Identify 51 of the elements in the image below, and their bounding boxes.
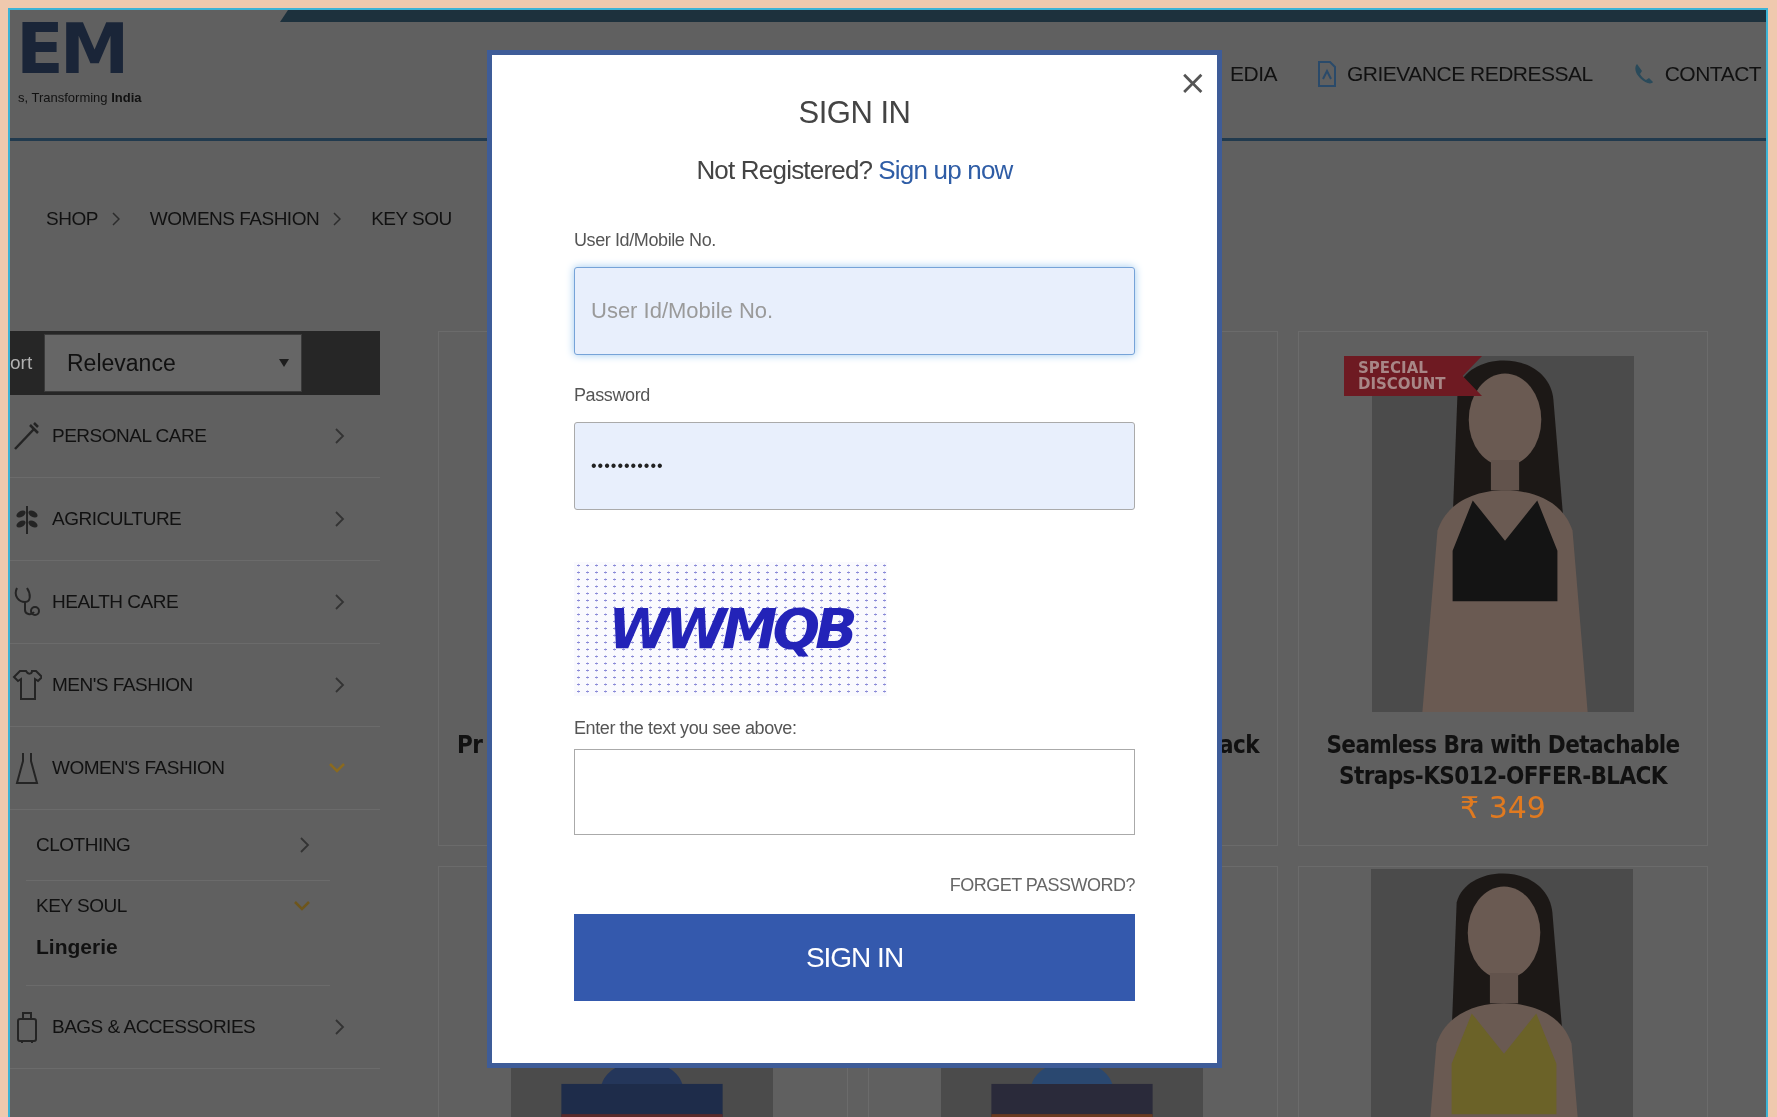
password-field[interactable]: ••••••••••• <box>574 422 1135 510</box>
chevron-right-icon <box>335 677 345 693</box>
chevron-right-icon <box>111 212 120 226</box>
chevron-right-icon <box>300 837 310 853</box>
shirt-icon <box>12 668 42 702</box>
user-id-field[interactable]: User Id/Mobile No. <box>574 267 1135 355</box>
product-title[interactable]: Seamless Bra with Detachable Straps-KS012-OFFER-BLACK <box>1299 730 1707 792</box>
nav-link[interactable]: GRIEVANCE REDRESSAL <box>1317 61 1593 87</box>
nav-link[interactable]: CONTACT <box>1632 62 1762 86</box>
caret-icon <box>279 359 289 367</box>
field-label: User Id/Mobile No. <box>574 230 717 251</box>
product-card[interactable]: SPECIAL DISCOUNT Seamless Bra with Detachable Straps-KS012-OFFER-BLACK ₹ 349 <box>1298 331 1708 846</box>
chevron-down-icon <box>329 763 345 773</box>
chevron-right-icon <box>333 212 342 226</box>
category-item[interactable]: HEALTH CARE <box>10 561 380 644</box>
chevron-right-icon <box>335 511 345 527</box>
chevron-down-icon <box>294 901 310 911</box>
stethoscope-icon <box>12 585 42 619</box>
breadcrumb-link[interactable]: WOMENS FASHION <box>149 208 320 230</box>
forgot-password-link[interactable]: FORGET PASSWORD? <box>949 875 1135 896</box>
subcategory-item[interactable]: CLOTHING <box>26 810 330 880</box>
breadcrumb-link[interactable]: SHOP <box>46 208 98 230</box>
subcategory-item[interactable]: KEY SOUL <box>26 881 330 931</box>
captcha: WWMQB <box>574 562 887 696</box>
category-item[interactable]: AGRICULTURE <box>10 478 380 561</box>
logo[interactable]: EM <box>16 14 126 84</box>
discount-badge: SPECIAL DISCOUNT <box>1344 356 1482 396</box>
register-prompt: Not Registered? <box>696 155 873 186</box>
sort-dropdown[interactable]: Relevance <box>44 334 302 392</box>
product-price: ₹ 349 <box>1460 792 1546 824</box>
category-item[interactable]: BAGS & ACCESSORIES <box>10 986 380 1069</box>
sign-up-link[interactable]: Sign up now <box>878 155 1013 186</box>
document-icon <box>1317 61 1337 87</box>
product-card[interactable] <box>1298 866 1708 1117</box>
dialog-title: SIGN IN <box>798 95 911 131</box>
field-label: Enter the text you see above: <box>574 718 798 739</box>
sign-in-button[interactable]: SIGN IN <box>574 914 1135 1001</box>
chevron-right-icon <box>335 1019 345 1035</box>
close-button[interactable]: × <box>1178 65 1207 99</box>
tagline: s, Transforming India <box>18 90 142 105</box>
breadcrumb-link[interactable]: KEY SOU <box>371 208 452 230</box>
category-item[interactable]: PERSONAL CARE <box>10 395 380 478</box>
sort-label: ort <box>10 352 34 374</box>
subcategory-link[interactable]: Lingerie <box>26 931 330 985</box>
category-item[interactable]: MEN'S FASHION <box>10 644 380 727</box>
captcha-field[interactable] <box>574 749 1135 835</box>
chevron-right-icon <box>335 428 345 444</box>
chevron-right-icon <box>335 594 345 610</box>
field-label: Password <box>574 385 651 406</box>
category-item[interactable]: WOMEN'S FASHION <box>10 727 380 810</box>
nav-link[interactable]: EDIA <box>1230 62 1277 86</box>
